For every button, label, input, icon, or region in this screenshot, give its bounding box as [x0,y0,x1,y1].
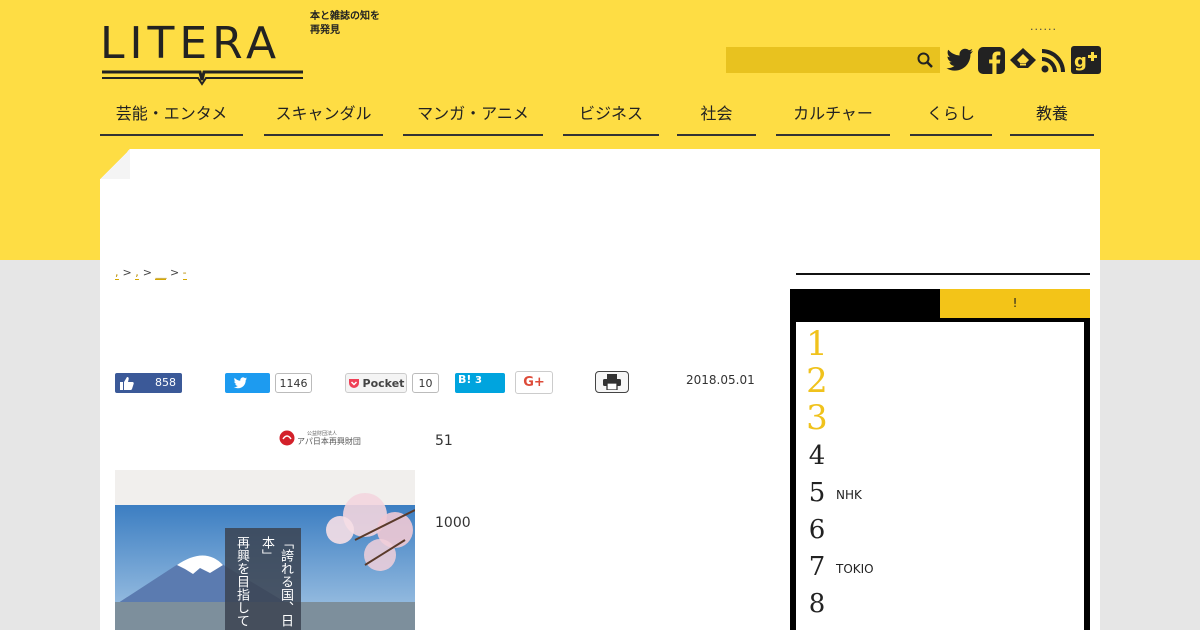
search-button[interactable] [910,47,940,73]
nav-item-society[interactable]: 社会 [677,100,756,136]
twitter-icon [946,48,973,71]
rank-number: 8 [808,589,826,619]
ranking-tab-inactive[interactable]: ! [940,289,1090,318]
sidebar-divider [796,273,1090,275]
nav-item-business[interactable]: ビジネス [563,100,659,136]
rank-title: TOKIO [836,562,874,576]
site-logo[interactable]: LITERA 本と雑誌の知を再発見 [100,11,390,86]
rss-link[interactable] [1039,46,1069,74]
rank-number: 1 [806,324,828,364]
rank-title: NHK [836,488,862,502]
sponsor-logo: 公益財団法人 アパ日本再興財団 [279,428,361,448]
nav-item-entertainment[interactable]: 芸能・エンタメ [100,100,243,136]
nav-item-lifestyle[interactable]: くらし [910,100,992,136]
hatena-count: 3 [475,375,482,386]
feedly-icon [1010,48,1036,68]
hatena-bookmark-button[interactable]: B! 3 [455,373,505,393]
google-plus-icon: g [1071,46,1101,74]
rank-number: 3 [806,398,828,438]
rank-number: 2 [806,361,828,401]
main-nav: 芸能・エンタメ スキャンダル マンガ・アニメ ビジネス 社会 カルチャー くらし… [100,100,1100,136]
facebook-link[interactable] [976,46,1006,74]
image-caption-line: 再興を目指して [234,536,249,627]
rank-number: 6 [808,515,826,545]
top-links-dots[interactable]: ...... [1030,20,1057,33]
breadcrumb-separator: > [169,266,180,279]
ranking-item[interactable]: 3 [796,398,1084,438]
breadcrumb: , > , > __ > - [115,266,187,280]
facebook-count: 858 [155,376,176,389]
search-icon [917,52,933,68]
article-paragraph: 1000 [435,515,471,531]
page-corner-fold [100,149,130,179]
search-box [726,47,940,73]
image-caption: 「誇れる国、日本」 再興を目指して [234,536,295,628]
nav-item-education[interactable]: 教養 [1010,100,1094,136]
tweet-button[interactable] [225,373,270,393]
ranking-tab-active[interactable] [790,289,940,318]
twitter-icon [233,377,247,389]
twitter-count: 1146 [275,373,312,393]
pocket-count: 10 [412,373,439,393]
breadcrumb-subcategory[interactable]: __ [155,266,167,280]
rss-icon [1041,49,1065,73]
nav-item-scandal[interactable]: スキャンダル [264,100,383,136]
rank-number: 5 [808,478,826,508]
twitter-link[interactable] [945,46,975,74]
pocket-button[interactable]: Pocket [345,373,407,393]
search-input[interactable] [726,47,906,73]
pocket-label: Pocket [362,376,405,390]
breadcrumb-separator: > [142,266,152,279]
pocket-icon [348,378,359,388]
hatena-label: B! [458,373,472,386]
logo-wordmark: LITERA [100,18,282,69]
article-image: 「誇れる国、日本」 再興を目指して [115,470,415,630]
feedly-link[interactable] [1008,46,1038,74]
print-button[interactable] [595,371,629,393]
printer-icon [603,374,621,390]
svg-text:g: g [1074,51,1087,72]
ranking-item[interactable]: 7 TOKIO [796,552,1084,588]
open-book-icon [102,70,303,86]
ranking-item[interactable]: 6 [796,515,1084,551]
google-plus-link[interactable]: g [1070,46,1102,74]
facebook-icon [977,46,1005,74]
breadcrumb-category[interactable]: , [135,266,140,280]
breadcrumb-current: - [182,266,187,280]
breadcrumb-separator: > [122,266,132,279]
google-plus-share-button[interactable]: G+ [515,371,553,394]
publish-date: 2018.05.01 [686,373,755,387]
rank-number: 7 [808,552,826,582]
sponsor-name: アパ日本再興財団 [297,437,361,446]
breadcrumb-home[interactable]: , [115,266,119,280]
ranking-item[interactable]: 2 [796,361,1084,401]
ranking-item[interactable]: 1 [796,324,1084,364]
nav-item-manga-anime[interactable]: マンガ・アニメ [403,100,543,136]
ranking-item[interactable]: 4 [796,441,1084,477]
logo-tagline: 本と雑誌の知を再発見 [310,11,380,36]
image-caption-line: 「誇れる国、日本」 [259,536,293,627]
sponsor-emblem-icon [279,430,295,446]
thumbs-up-icon [120,377,134,390]
ranking-item[interactable]: 8 [796,589,1084,625]
facebook-like-button[interactable]: 858 [115,373,182,393]
nav-item-culture[interactable]: カルチャー [776,100,890,136]
rank-number: 4 [808,441,826,471]
article-paragraph: 51 [435,433,453,449]
ranking-item[interactable]: 5 NHK [796,478,1084,514]
